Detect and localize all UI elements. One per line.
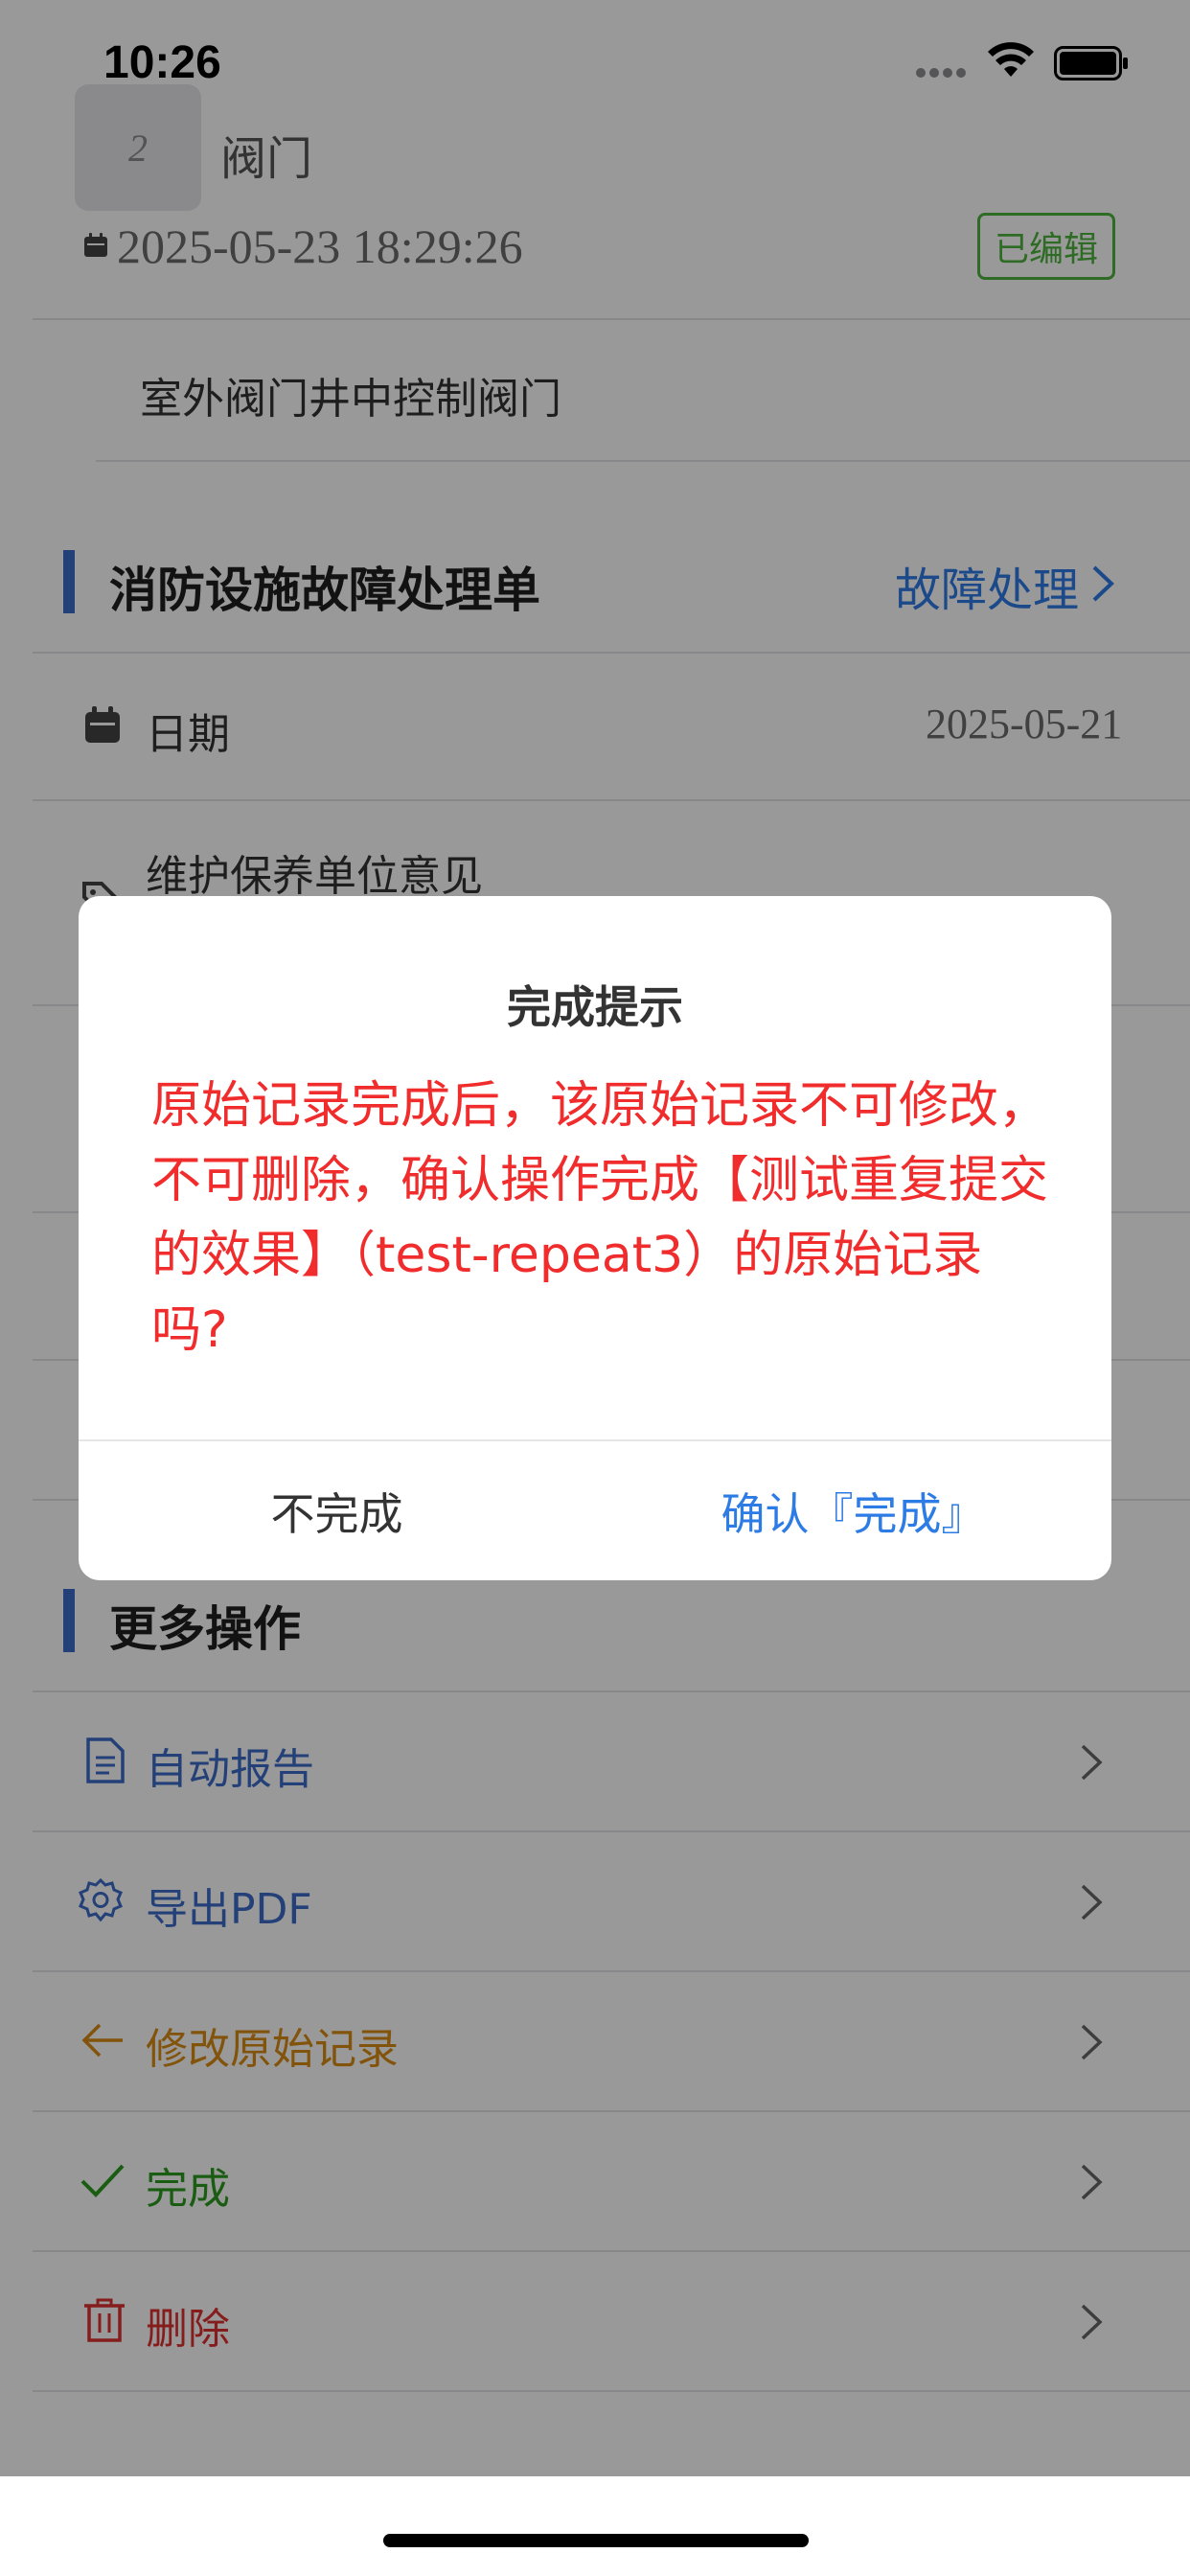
home-indicator[interactable] bbox=[383, 2534, 809, 2547]
home-indicator-area bbox=[0, 2476, 1190, 2576]
app-screen: 10:26 2 阀门 2025-05-23 18:29:26 已编辑 室外阀门井… bbox=[0, 0, 1190, 2576]
not-complete-button[interactable]: 不完成 bbox=[79, 1441, 595, 1580]
dialog-title: 完成提示 bbox=[507, 981, 683, 1033]
dialog-message: 原始记录完成后，该原始记录不可修改，不可删除，确认操作完成【测试重复提交的效果】… bbox=[151, 1077, 1049, 1359]
confirm-complete-button[interactable]: 确认『完成』 bbox=[595, 1441, 1111, 1580]
completion-dialog: 完成提示 原始记录完成后，该原始记录不可修改，不可删除，确认操作完成【测试重复提… bbox=[79, 896, 1111, 1580]
